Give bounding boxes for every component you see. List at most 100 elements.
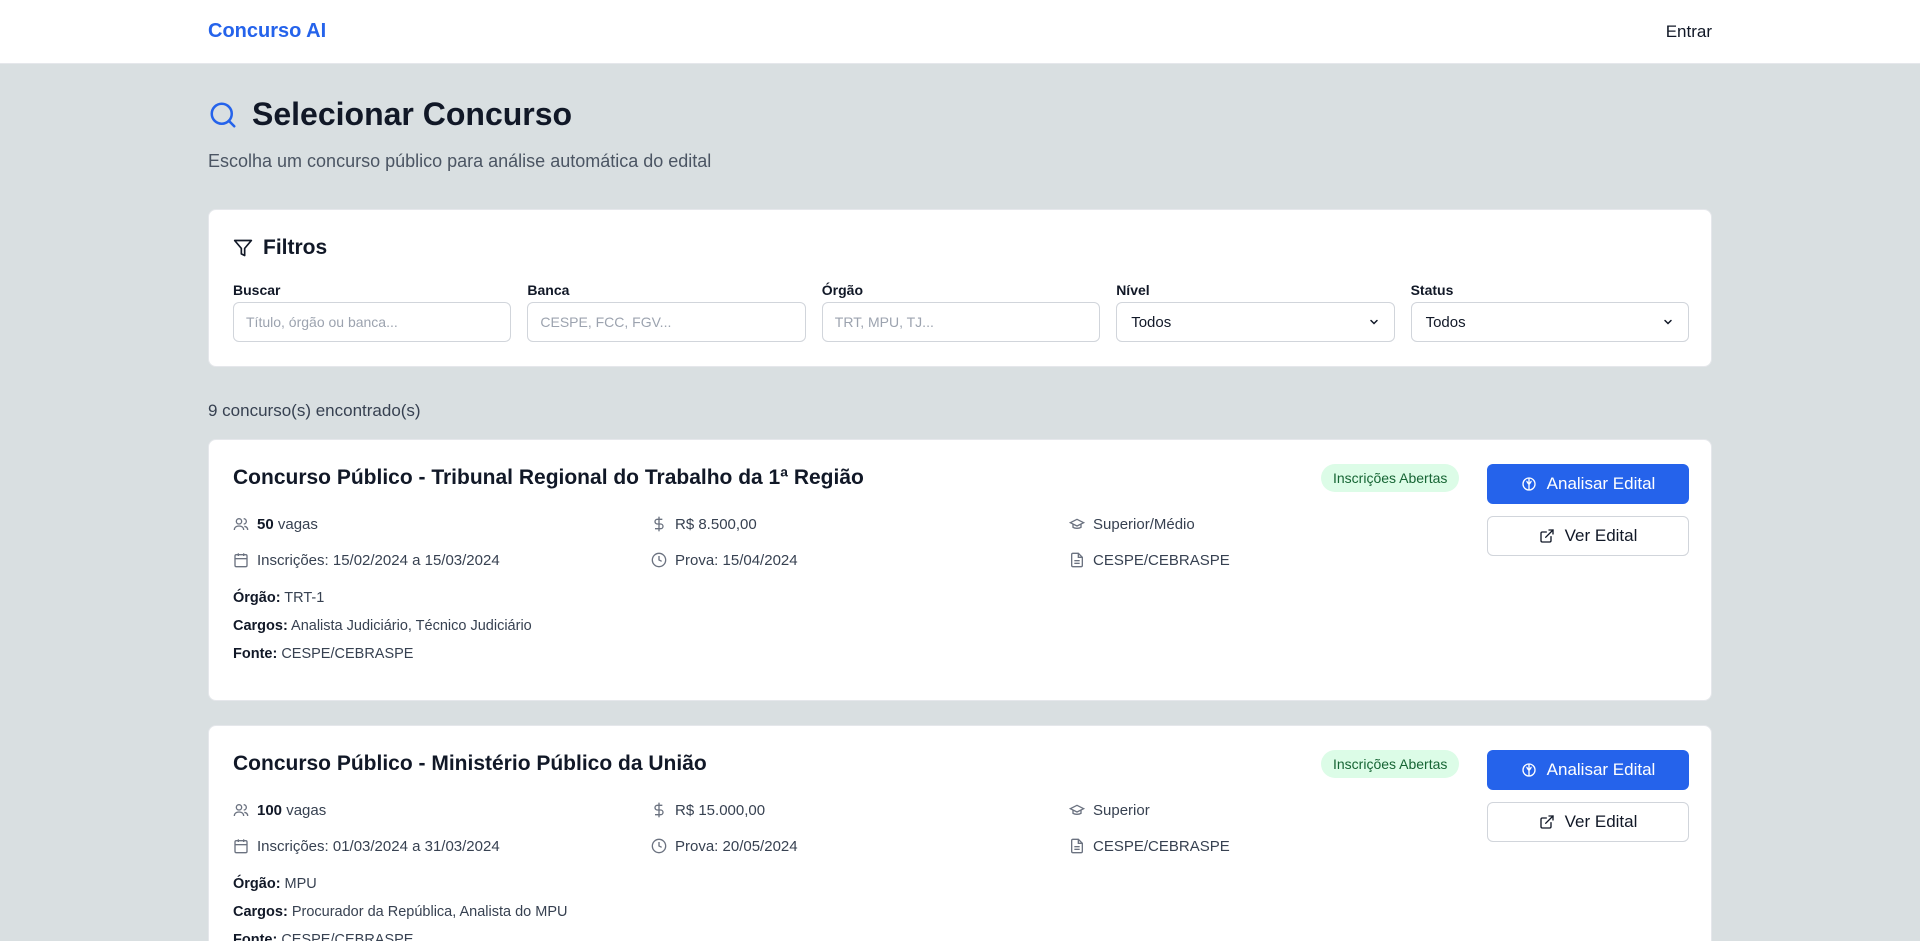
login-link[interactable]: Entrar [1666, 22, 1712, 42]
salary-value: R$ 8.500,00 [675, 515, 757, 533]
top-navbar: Concurso AI Entrar [0, 0, 1920, 64]
level-value: Superior [1093, 801, 1150, 819]
view-edital-button[interactable]: Ver Edital [1487, 516, 1689, 556]
orgao-row-value: TRT-1 [280, 590, 325, 606]
contest-meta: Órgão: MPU Cargos: Procurador da Repúbli… [233, 870, 567, 941]
salary-info: R$ 8.500,00 [651, 513, 1069, 535]
external-link-icon [1539, 528, 1555, 544]
search-input[interactable] [233, 302, 512, 342]
banca-info: CESPE/CEBRASPE [1069, 835, 1487, 857]
filters-heading: Filtros [233, 236, 327, 260]
analyze-edital-label: Analisar Edital [1546, 760, 1656, 779]
status-select-value: Todos [1425, 313, 1466, 331]
fonte-row-label: Fonte: [233, 646, 278, 662]
filter-icon [233, 238, 253, 258]
contest-title: Concurso Público - Tribunal Regional do … [233, 466, 864, 489]
orgao-row-label: Órgão: [233, 876, 281, 892]
view-edital-button[interactable]: Ver Edital [1487, 802, 1689, 842]
cargos-row-value: Procurador da República, Analista do MPU [287, 904, 568, 920]
filters-title: Filtros [263, 236, 328, 259]
brain-icon [1521, 762, 1537, 778]
cargos-row: Cargos: Procurador da República, Analist… [233, 898, 567, 926]
prova-value: Prova: 15/04/2024 [675, 551, 798, 569]
contest-meta: Órgão: TRT-1 Cargos: Analista Judiciário… [233, 584, 532, 668]
banca-input[interactable] [527, 302, 806, 342]
view-edital-label: Ver Edital [1564, 812, 1638, 831]
vagas-count: 50 [257, 515, 274, 533]
chevron-down-icon [1662, 316, 1674, 328]
status-label: Status [1410, 282, 1454, 298]
orgao-input[interactable] [821, 302, 1101, 342]
level-info: Superior [1069, 799, 1487, 821]
filter-search: Buscar [233, 282, 512, 342]
search-icon [208, 100, 238, 130]
filter-status: Status Todos [1410, 282, 1689, 342]
banca-value: CESPE/CEBRASPE [1093, 551, 1230, 569]
status-badge: Inscrições Abertas [1321, 750, 1460, 778]
page-title: Selecionar Concurso [252, 96, 573, 132]
analyze-edital-button[interactable]: Analisar Edital [1487, 464, 1689, 504]
document-icon [1069, 552, 1085, 568]
view-edital-label: Ver Edital [1564, 526, 1638, 545]
prova-info: Prova: 15/04/2024 [651, 549, 1069, 571]
filter-orgao: Órgão [821, 282, 1101, 342]
dollar-icon [651, 516, 667, 532]
filters-panel: Filtros Buscar Banca Órgão Nível Todos S… [208, 209, 1712, 367]
nivel-label: Nível [1116, 282, 1150, 298]
nivel-select[interactable]: Todos [1116, 302, 1395, 342]
nivel-select-value: Todos [1131, 313, 1172, 331]
inscricoes-value: Inscrições: 15/02/2024 a 15/03/2024 [257, 551, 500, 569]
vagas-count: 100 [257, 801, 283, 819]
prova-value: Prova: 20/05/2024 [675, 837, 798, 855]
orgao-row-label: Órgão: [233, 590, 281, 606]
calendar-icon [233, 552, 249, 568]
inscricoes-info: Inscrições: 01/03/2024 a 31/03/2024 [233, 835, 651, 857]
banca-info: CESPE/CEBRASPE [1069, 549, 1487, 571]
vagas-suffix: vagas [282, 801, 327, 819]
clock-icon [651, 552, 667, 568]
cargos-row: Cargos: Analista Judiciário, Técnico Jud… [233, 612, 532, 640]
cargos-row-label: Cargos: [233, 904, 288, 920]
banca-value: CESPE/CEBRASPE [1093, 837, 1230, 855]
filter-banca: Banca [527, 282, 806, 342]
cargos-row-label: Cargos: [233, 618, 288, 634]
status-badge: Inscrições Abertas [1321, 464, 1460, 492]
inscricoes-info: Inscrições: 15/02/2024 a 15/03/2024 [233, 549, 651, 571]
results-count: 9 concurso(s) encontrado(s) [208, 401, 421, 420]
orgao-row-value: MPU [280, 876, 317, 892]
banca-label: Banca [527, 282, 570, 298]
fonte-row-value: CESPE/CEBRASPE [277, 932, 414, 941]
filter-nivel: Nível Todos [1116, 282, 1395, 342]
chevron-down-icon [1368, 316, 1380, 328]
inscricoes-value: Inscrições: 01/03/2024 a 31/03/2024 [257, 837, 500, 855]
cargos-row-value: Analista Judiciário, Técnico Judiciário [287, 618, 532, 634]
level-value: Superior/Médio [1093, 515, 1195, 533]
vagas-info: 100 vagas [233, 799, 651, 821]
analyze-edital-button[interactable]: Analisar Edital [1487, 750, 1689, 790]
page-subtitle: Escolha um concurso público para análise… [208, 151, 712, 171]
users-icon [233, 802, 249, 818]
contest-card: Concurso Público - Ministério Público da… [208, 725, 1712, 941]
search-label: Buscar [233, 282, 281, 298]
orgao-label: Órgão [821, 282, 864, 298]
contest-title: Concurso Público - Ministério Público da… [233, 752, 707, 775]
external-link-icon [1539, 814, 1555, 830]
level-info: Superior/Médio [1069, 513, 1487, 535]
brain-icon [1521, 476, 1537, 492]
graduation-cap-icon [1069, 516, 1085, 532]
contest-card: Concurso Público - Tribunal Regional do … [208, 439, 1712, 701]
dollar-icon [651, 802, 667, 818]
document-icon [1069, 838, 1085, 854]
analyze-edital-label: Analisar Edital [1546, 474, 1656, 493]
prova-info: Prova: 20/05/2024 [651, 835, 1069, 857]
fonte-row-value: CESPE/CEBRASPE [277, 646, 414, 662]
graduation-cap-icon [1069, 802, 1085, 818]
brand-logo[interactable]: Concurso AI [208, 20, 326, 43]
salary-value: R$ 15.000,00 [675, 801, 766, 819]
status-select[interactable]: Todos [1410, 302, 1689, 342]
calendar-icon [233, 838, 249, 854]
clock-icon [651, 838, 667, 854]
orgao-row: Órgão: TRT-1 [233, 584, 532, 612]
orgao-row: Órgão: MPU [233, 870, 567, 898]
page-header: Selecionar Concurso [208, 96, 572, 133]
